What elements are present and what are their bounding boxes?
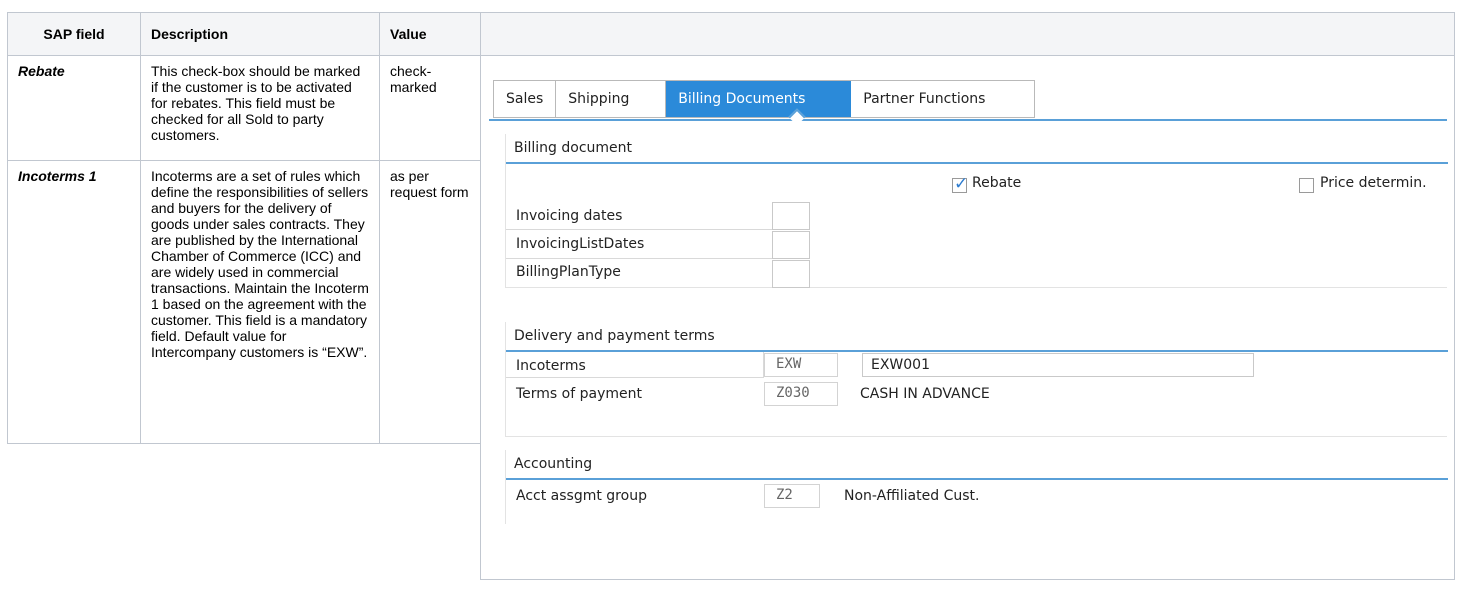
group-divider: [506, 478, 1448, 480]
billing-plan-type-input[interactable]: [772, 260, 810, 288]
invoicing-list-dates-label: InvoicingListDates: [516, 236, 645, 252]
acct-assignment-text: Non-Affiliated Cust.: [844, 488, 980, 504]
group-title-billing: Billing document: [514, 140, 633, 156]
tab-billing-documents[interactable]: Billing Documents: [666, 81, 852, 117]
group-title-delivery: Delivery and payment terms: [514, 328, 715, 344]
terms-of-payment-text: CASH IN ADVANCE: [860, 386, 990, 402]
cell-description-incoterms: Incoterms are a set of rules which defin…: [151, 168, 369, 360]
rebate-checkbox[interactable]: ✓: [952, 174, 968, 194]
header-screenshot: [480, 12, 1455, 56]
cell-value-rebate: check-marked: [390, 63, 437, 95]
invoicing-dates-label: Invoicing dates: [516, 208, 623, 224]
acct-assignment-group-label: Acct assgmt group: [516, 488, 647, 504]
group-title-accounting: Accounting: [514, 456, 593, 472]
incoterms-code: EXW: [776, 356, 802, 372]
invoicing-list-dates-input[interactable]: [772, 231, 810, 259]
group-divider: [506, 162, 1448, 164]
tab-shipping[interactable]: Shipping: [556, 81, 667, 117]
group-delivery-payment: Delivery and payment terms Incoterms EXW…: [505, 322, 1448, 437]
sap-tab-strip: Sales Shipping Billing Documents Partner…: [493, 80, 1036, 118]
incoterms-text-input[interactable]: EXW001: [862, 353, 1254, 377]
billing-plan-type-label: BillingPlanType: [516, 264, 621, 280]
table-header-row: SAP field Description Value: [7, 12, 1455, 56]
checkmark-icon: ✓: [954, 174, 969, 194]
price-determination-label: Price determin.: [1320, 175, 1427, 191]
terms-of-payment-label: Terms of payment: [516, 386, 642, 402]
price-determination-checkbox[interactable]: [1299, 178, 1314, 193]
rebate-label: Rebate: [972, 175, 1022, 191]
terms-code: Z030: [776, 385, 810, 401]
cell-description-rebate: This check-box should be marked if the c…: [151, 63, 361, 143]
cell-value-incoterms: as per request form: [390, 168, 469, 200]
header-value: Value: [379, 12, 481, 56]
tab-sales[interactable]: Sales: [494, 81, 557, 117]
cell-field-incoterms: Incoterms 1: [18, 168, 97, 184]
incoterms-label: Incoterms: [516, 358, 586, 374]
header-description: Description: [140, 12, 380, 56]
group-accounting: Accounting Acct assgmt group Z2 Non-Affi…: [505, 450, 1448, 524]
header-sap-field: SAP field: [7, 12, 141, 56]
tab-partner-functions[interactable]: Partner Functions: [851, 81, 1034, 117]
acct-code: Z2: [776, 487, 793, 503]
sap-customer-screenshot: Sales Shipping Billing Documents Partner…: [485, 58, 1448, 528]
tab-underline: [489, 119, 1447, 121]
cell-field-rebate: Rebate: [18, 63, 65, 79]
invoicing-dates-input[interactable]: [772, 202, 810, 230]
group-billing-document: Billing document ✓ Rebate Price determin…: [505, 134, 1448, 288]
